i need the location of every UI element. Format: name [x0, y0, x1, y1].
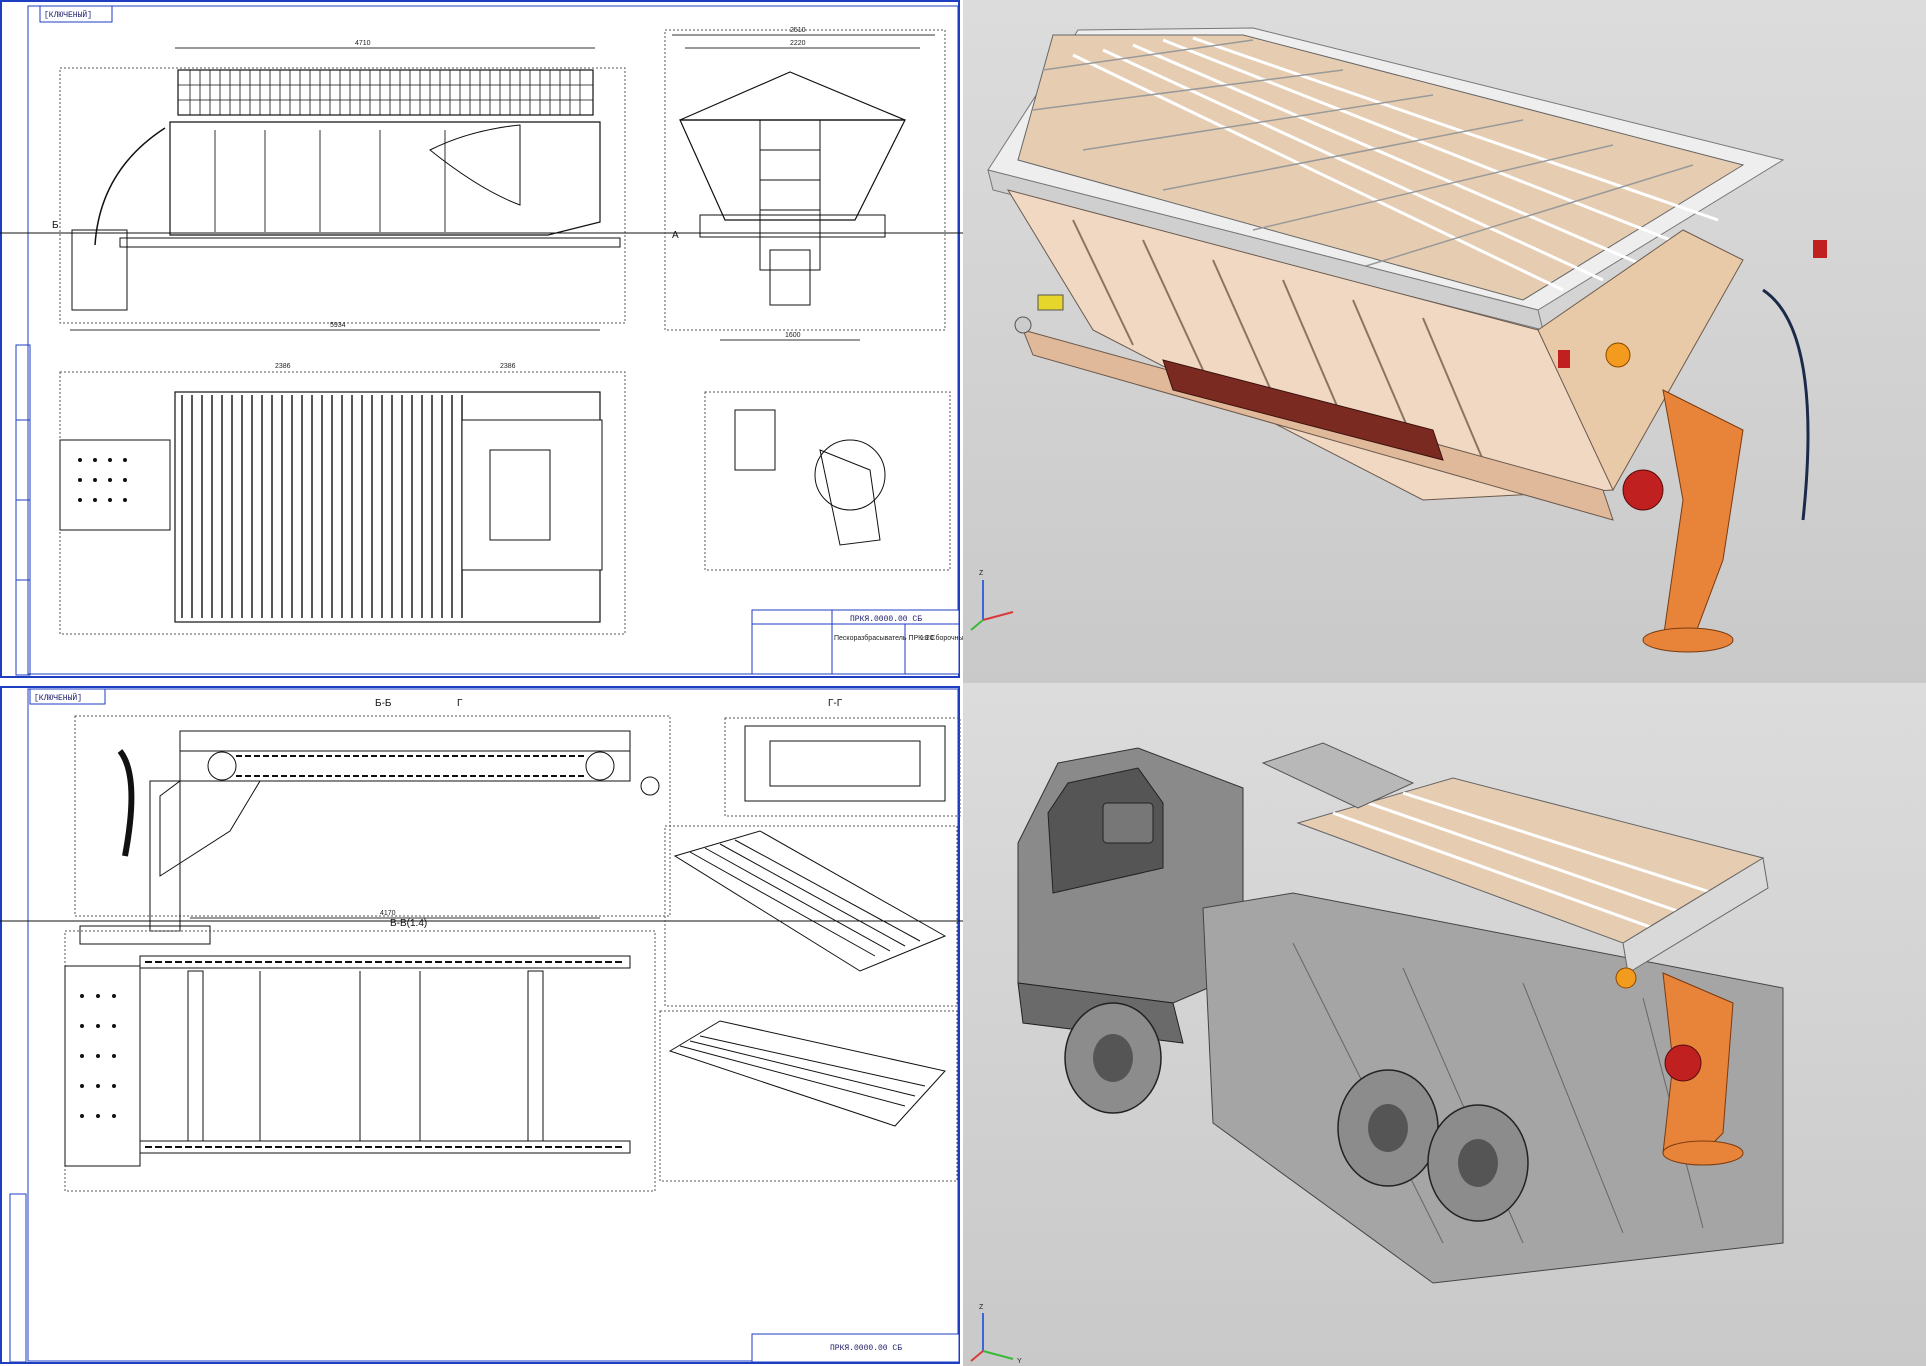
- section-gg-mark: Г: [457, 698, 463, 709]
- drawing-sheet-1-canvas: [КЛЮЧЕНЫЙ] 4710 5934 2510 2220 1600 А Б …: [0, 0, 963, 678]
- stamp-label: [КЛЮЧЕНЫЙ]: [34, 693, 82, 703]
- axis-triad-icon: Z: [970, 570, 1014, 631]
- title-code: ПРКЯ.0000.00 СБ: [850, 615, 922, 624]
- 3d-viewport-spreader[interactable]: Z: [963, 0, 1926, 683]
- section-gg: Г-Г: [828, 698, 843, 709]
- section-vv: В-В(1:4): [390, 918, 427, 929]
- 3d-viewport-spreader-canvas: Z: [970, 27, 1827, 653]
- axis-z-label: Z: [979, 1304, 984, 1311]
- plan-dim-left: 2386: [275, 363, 291, 370]
- axis-y-label: Y: [1017, 1358, 1022, 1365]
- title-code: ПРКЯ.0000.00 СБ: [830, 1344, 902, 1353]
- plan-dim-right: 2386: [500, 363, 516, 370]
- section-mark-b: Б: [52, 220, 59, 231]
- 3d-viewport-truck-canvas: Z Y: [970, 742, 1784, 1365]
- dim-length: 4170: [380, 910, 396, 917]
- front-dim-b: 2220: [790, 40, 806, 47]
- front-dim-c: 1600: [785, 332, 801, 339]
- axis-triad-icon: Z Y: [970, 1304, 1022, 1365]
- section-bb: Б-Б: [375, 698, 392, 709]
- title-name: Пескоразбрасыватель ПРК-8 Сборочный черт…: [834, 634, 963, 642]
- title-scale: 1:20: [920, 635, 934, 642]
- dim-top-length: 4710: [355, 40, 371, 47]
- dim-bottom-length: 5934: [330, 322, 346, 329]
- stamp-label: [КЛЮЧЕНЫЙ]: [44, 10, 92, 20]
- axis-z-label: Z: [979, 570, 984, 577]
- front-dim-a: 2510: [790, 27, 806, 34]
- drawing-sheet-1[interactable]: [КЛЮЧЕНЫЙ] 4710 5934 2510 2220 1600 А Б …: [0, 0, 963, 680]
- 3d-viewport-truck[interactable]: Z Y: [963, 683, 1926, 1366]
- section-mark-a: А: [672, 230, 679, 241]
- drawing-sheet-2-canvas: [КЛЮЧЕНЫЙ] Б-Б Г 4170 Г-Г В-В(1:4) ПРКЯ.…: [0, 686, 963, 1364]
- drawing-sheet-2[interactable]: [КЛЮЧЕНЫЙ] Б-Б Г 4170 Г-Г В-В(1:4) ПРКЯ.…: [0, 686, 963, 1366]
